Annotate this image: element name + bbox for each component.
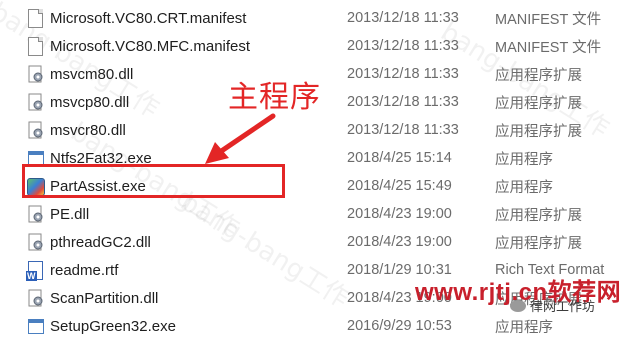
rtf-document-icon xyxy=(26,260,44,281)
dll-gear-icon xyxy=(26,288,44,308)
file-row[interactable]: pthreadGC2.dll 2018/4/23 19:00 应用程序扩展 xyxy=(0,228,640,256)
file-row[interactable]: msvcr80.dll 2013/12/18 11:33 应用程序扩展 xyxy=(0,116,640,144)
file-type: 应用程序 xyxy=(495,151,553,168)
dll-gear-icon xyxy=(26,120,44,140)
file-type: 应用程序扩展 xyxy=(495,235,582,252)
dll-gear-icon xyxy=(26,232,44,252)
file-date: 2016/9/29 10:53 xyxy=(347,318,452,334)
file-date: 2013/12/18 11:33 xyxy=(347,38,459,54)
file-type: 应用程序 xyxy=(495,179,553,196)
file-name: pthreadGC2.dll xyxy=(50,233,151,251)
file-date: 2018/4/25 15:49 xyxy=(347,178,452,194)
dll-gear-icon xyxy=(26,64,44,84)
file-name: PE.dll xyxy=(50,205,90,223)
file-date: 2018/4/23 19:00 xyxy=(347,234,452,250)
file-date: 2013/12/18 11:33 xyxy=(347,66,459,82)
file-row[interactable]: PE.dll 2018/4/23 19:00 应用程序扩展 xyxy=(0,200,640,228)
file-row[interactable]: Microsoft.VC80.CRT.manifest 2013/12/18 11… xyxy=(0,4,640,32)
file-date: 2013/12/18 11:33 xyxy=(347,122,459,138)
file-name: ScanPartition.dll xyxy=(50,289,159,307)
file-name: SetupGreen32.exe xyxy=(50,317,176,335)
window-exe-icon xyxy=(26,316,44,336)
dll-gear-icon xyxy=(26,92,44,112)
file-name: Microsoft.VC80.CRT.manifest xyxy=(50,9,247,27)
file-date: 2018/4/25 15:14 xyxy=(347,150,452,166)
wechat-watermark: 律网工作坊 xyxy=(510,296,595,315)
document-icon xyxy=(26,8,44,28)
annotation-arrow-icon xyxy=(205,113,276,164)
file-type: MANIFEST 文件 xyxy=(495,11,602,28)
file-type: MANIFEST 文件 xyxy=(495,39,602,56)
file-date: 2013/12/18 11:33 xyxy=(347,10,459,26)
file-row[interactable]: Microsoft.VC80.MFC.manifest 2013/12/18 11… xyxy=(0,32,640,60)
file-type: 应用程序扩展 xyxy=(495,123,582,140)
file-date: 2018/4/23 19:00 xyxy=(347,206,452,222)
file-name: readme.rtf xyxy=(50,261,119,279)
file-row[interactable]: SetupGreen32.exe 2016/9/29 10:53 应用程序 xyxy=(0,312,640,340)
document-icon xyxy=(26,36,44,56)
wechat-icon xyxy=(510,299,526,312)
file-type: 应用程序 xyxy=(495,319,553,336)
file-type: 应用程序扩展 xyxy=(495,207,582,224)
file-name: Microsoft.VC80.MFC.manifest xyxy=(50,37,251,55)
wechat-watermark-text: 律网工作坊 xyxy=(530,299,596,314)
file-type: 应用程序扩展 xyxy=(495,67,582,84)
file-date: 2013/12/18 11:33 xyxy=(347,94,459,110)
file-type: 应用程序扩展 xyxy=(495,95,582,112)
dll-gear-icon xyxy=(26,204,44,224)
